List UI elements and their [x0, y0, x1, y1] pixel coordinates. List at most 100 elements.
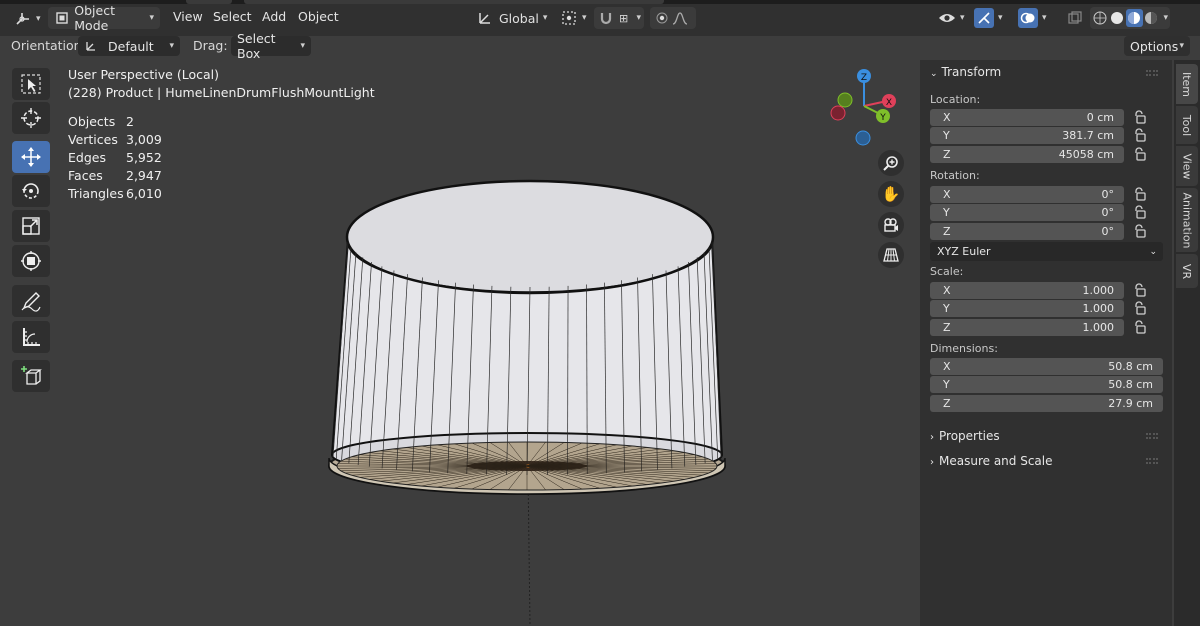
drag-grip-icon[interactable] [1146, 433, 1158, 439]
tab-tool[interactable]: Tool [1176, 106, 1198, 144]
lock-icon[interactable] [1133, 320, 1147, 334]
viewport-info-overlay: User Perspective (Local) (228) Product |… [68, 66, 375, 203]
scale-x-field[interactable]: X 1.000 [930, 282, 1124, 299]
pivot-point-dropdown[interactable]: ▾ [560, 7, 588, 29]
shading-mode-buttons[interactable]: ▾ [1090, 7, 1170, 29]
gizmo-neg-x-axis[interactable] [830, 105, 846, 121]
field-value: 0 cm [1086, 111, 1114, 124]
orientation-dropdown[interactable]: Default ▾ [78, 36, 180, 56]
tab-label: Tool [1180, 114, 1194, 136]
perspective-toggle-button[interactable] [878, 242, 904, 268]
camera-view-button[interactable] [878, 212, 904, 238]
sidebar-item-panel: ⌄ Transform Location: X0 cm Y 381.7 cm Z 45… [920, 60, 1172, 626]
gizmo-toggle[interactable]: ▾ [974, 7, 1014, 29]
drum-lamp-mesh[interactable] [328, 179, 726, 495]
axis-label: X [943, 360, 951, 373]
options-dropdown[interactable]: Options ▾ [1124, 36, 1190, 56]
material-preview-icon[interactable] [1125, 9, 1143, 27]
cursor-icon [21, 108, 41, 128]
annotate-tool[interactable] [12, 285, 50, 317]
drag-grip-icon[interactable] [1146, 458, 1158, 464]
chevron-right-icon: › [930, 457, 934, 468]
menu-add[interactable]: Add [262, 9, 286, 24]
stat-row: Triangles 6,010 [68, 185, 375, 203]
rotate-tool[interactable] [12, 175, 50, 207]
snapping-controls[interactable]: ⊞ ▾ [594, 7, 644, 29]
gizmo-y-label: Y [879, 113, 886, 123]
select-box-tool[interactable] [12, 68, 50, 100]
lock-icon[interactable] [1133, 283, 1147, 297]
mode-selector[interactable]: Object Mode ▾ [48, 3, 160, 33]
field-value: 1.000 [1082, 321, 1115, 334]
gizmo-icon [974, 8, 994, 28]
chevron-down-icon: ▾ [1163, 13, 1168, 23]
lock-icon[interactable] [1133, 301, 1147, 315]
editor-type-button[interactable]: ▾ [14, 8, 41, 30]
view-name: User Perspective (Local) [68, 67, 219, 82]
tab-view[interactable]: View [1176, 146, 1198, 186]
rotation-mode-dropdown[interactable]: XYZ Euler ⌄ [930, 242, 1163, 261]
menu-view[interactable]: View [173, 9, 203, 24]
dimensions-label: Dimensions: [930, 342, 998, 355]
drag-dropdown[interactable]: Select Box ▾ [231, 31, 311, 61]
visibility-dropdown[interactable]: ▾ [938, 7, 970, 29]
drag-grip-icon[interactable] [1146, 70, 1158, 76]
solid-shading-icon[interactable] [1109, 9, 1126, 27]
dimensions-x-field[interactable]: X 50.8 cm [930, 358, 1163, 375]
pan-view-button[interactable]: ✋ [878, 181, 904, 207]
workspace-tab[interactable] [186, 0, 232, 4]
navigation-gizmo[interactable]: Z X Y [830, 69, 896, 146]
lock-icon[interactable] [1133, 224, 1147, 238]
dimensions-z-field[interactable]: Z 27.9 cm [930, 395, 1163, 412]
location-label: Location: [930, 93, 981, 106]
measure-scale-panel-header[interactable]: › Measure and Scale [930, 454, 1053, 468]
location-x-field[interactable]: X 0 cm [930, 109, 1124, 126]
location-z-field[interactable]: Z 45058 cm [930, 146, 1124, 163]
menu-object[interactable]: Object [298, 9, 339, 24]
scale-tool[interactable] [12, 210, 50, 242]
location-y-field[interactable]: Y 381.7 cm [930, 127, 1124, 144]
lock-icon[interactable] [1133, 128, 1147, 142]
axis-label: Z [943, 148, 951, 161]
xray-toggle[interactable] [1066, 7, 1088, 29]
rotation-y-field[interactable]: Y 0° [930, 204, 1124, 221]
wireframe-shading-icon[interactable] [1092, 9, 1109, 27]
rotation-x-field[interactable]: X 0° [930, 186, 1124, 203]
xray-icon [1066, 9, 1084, 27]
gizmo-neg-z-axis[interactable] [855, 130, 871, 146]
rendered-shading-icon[interactable] [1143, 9, 1160, 27]
options-label: Options [1130, 38, 1179, 54]
overlays-toggle[interactable]: ▾ [1018, 7, 1058, 29]
tab-vr[interactable]: VR [1176, 254, 1198, 288]
dimensions-y-field[interactable]: Y 50.8 cm [930, 376, 1163, 393]
measure-tool[interactable] [12, 321, 50, 353]
lock-icon[interactable] [1133, 110, 1147, 124]
lock-icon[interactable] [1133, 187, 1147, 201]
tab-item[interactable]: Item [1176, 64, 1198, 104]
transform-title: Transform [941, 65, 1002, 79]
gizmo-neg-y-axis[interactable] [837, 92, 853, 108]
workspace-tab[interactable] [244, 0, 664, 4]
tab-animation[interactable]: Animation [1176, 188, 1198, 252]
stat-value: 5,952 [126, 150, 162, 165]
transform-panel-header[interactable]: ⌄ Transform [930, 65, 1001, 79]
menu-select[interactable]: Select [213, 9, 252, 24]
scale-z-field[interactable]: Z 1.000 [930, 319, 1124, 336]
zoom-view-button[interactable] [878, 150, 904, 176]
add-cube-tool[interactable] [12, 360, 50, 392]
rotation-z-field[interactable]: Z 0° [930, 223, 1124, 240]
move-tool[interactable] [12, 141, 50, 173]
proportional-editing-icon [653, 9, 671, 27]
tool-settings-bar: Orientation: Default ▾ Drag: Select Box … [0, 31, 1200, 61]
proportional-editing-controls[interactable] [650, 7, 696, 29]
properties-panel-header[interactable]: › Properties [930, 429, 1000, 443]
scale-y-field[interactable]: Y 1.000 [930, 300, 1124, 317]
magnet-icon [597, 9, 615, 27]
chevron-down-icon: ⌄ [930, 69, 938, 79]
gizmo-x-label: X [886, 98, 892, 108]
lock-icon[interactable] [1133, 205, 1147, 219]
transform-orientation-dropdown[interactable]: Global ▾ [476, 7, 552, 29]
cursor-tool[interactable] [12, 102, 50, 134]
lock-icon[interactable] [1133, 147, 1147, 161]
transform-tool[interactable] [12, 245, 50, 277]
